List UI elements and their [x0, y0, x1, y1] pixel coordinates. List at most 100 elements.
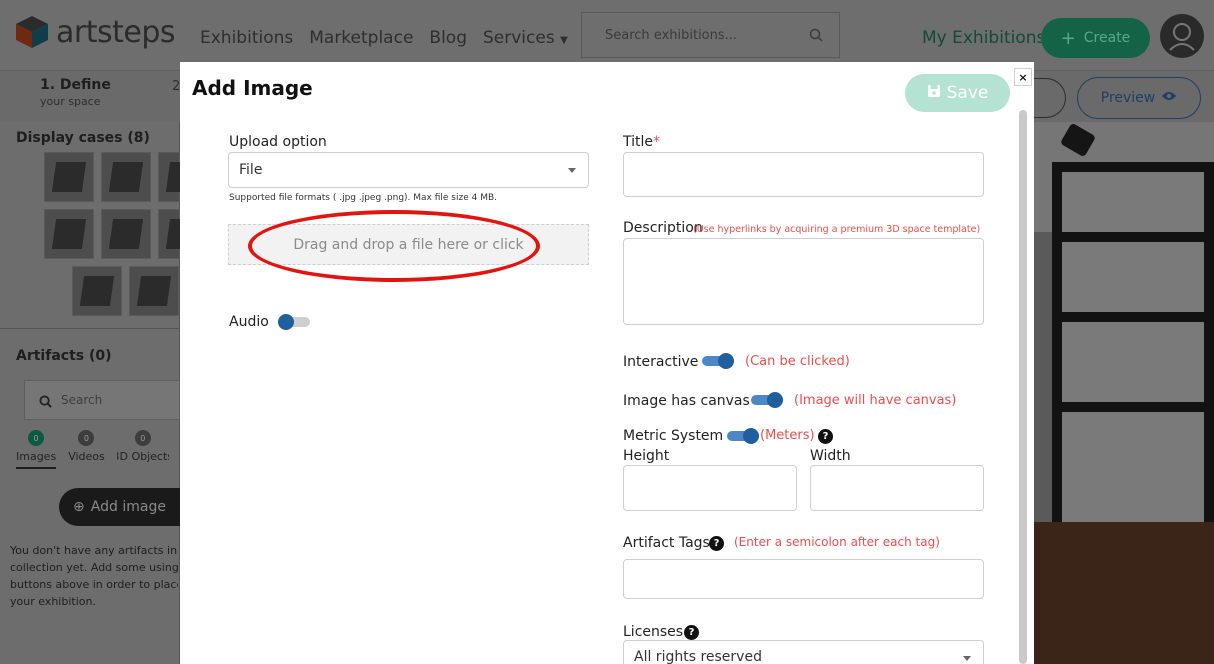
avatar[interactable]	[1160, 14, 1204, 58]
modal-scrollbar[interactable]	[1019, 110, 1027, 664]
display-case-thumb[interactable]	[44, 209, 94, 259]
display-case-thumb[interactable]	[158, 209, 180, 259]
file-dropzone[interactable]: Drag and drop a file here or click	[228, 224, 589, 265]
canvas-label: Image has canvas	[623, 393, 750, 409]
nav-link-marketplace[interactable]: Marketplace	[309, 28, 413, 48]
licenses-select[interactable]: All rights reserved	[623, 640, 984, 664]
canvas-note: (Image will have canvas)	[794, 393, 957, 408]
create-label: Create	[1083, 30, 1131, 46]
door-bar	[1062, 232, 1204, 242]
title-label: Title*	[623, 134, 660, 150]
chevron-down-icon	[963, 656, 971, 661]
nav-link-services[interactable]: Services ▼	[483, 28, 568, 48]
create-button[interactable]: + Create	[1041, 18, 1150, 58]
display-case-thumb[interactable]	[158, 152, 180, 202]
tab-images-count: 0	[28, 430, 45, 446]
floppy-disk-icon	[927, 83, 941, 103]
title-label-text: Title	[623, 134, 654, 150]
artifact-tags-input[interactable]	[623, 559, 984, 599]
nav-link-exhibitions[interactable]: Exhibitions	[200, 28, 293, 48]
save-button[interactable]: Save	[905, 74, 1010, 112]
nav-link-blog[interactable]: Blog	[429, 28, 467, 48]
required-asterisk: *	[653, 134, 661, 150]
step-button-partial[interactable]	[1030, 78, 1066, 118]
close-icon[interactable]: ×	[1014, 68, 1032, 86]
tab-3d-objects[interactable]: 0 3D Objects	[117, 430, 169, 469]
nav-link-services-label: Services	[483, 28, 555, 48]
3d-scene-view[interactable]	[1034, 122, 1214, 664]
display-cases-heading: Display cases (8)	[16, 130, 150, 146]
tab-videos[interactable]: 0 Videos	[68, 430, 105, 469]
artifacts-heading: Artifacts (0)	[16, 348, 112, 364]
audio-toggle[interactable]	[278, 314, 310, 330]
door-bar	[1062, 312, 1204, 322]
artifact-search-placeholder: Search	[61, 393, 103, 407]
plus-circle-icon: ⊕	[73, 499, 85, 515]
tab-3d-objects-label: 3D Objects	[117, 450, 169, 463]
caret-down-icon: ▼	[560, 35, 568, 46]
display-case-thumb[interactable]	[129, 266, 179, 316]
height-label: Height	[623, 448, 670, 464]
canvas-toggle[interactable]	[751, 392, 783, 408]
toggle-knob	[743, 428, 759, 444]
display-case-thumb[interactable]	[44, 152, 94, 202]
interactive-toggle[interactable]	[702, 353, 734, 369]
scene-floor	[1034, 522, 1214, 664]
logo[interactable]: artsteps	[14, 14, 176, 50]
artifact-tags-note: (Enter a semicolon after each tag)	[734, 535, 940, 549]
logo-text: artsteps	[56, 14, 176, 50]
display-case-thumb[interactable]	[72, 266, 122, 316]
help-icon[interactable]: ?	[709, 536, 724, 551]
description-note: (Use hyperlinks by acquiring a premium 3…	[693, 224, 981, 235]
audio-label: Audio	[229, 314, 269, 330]
artifact-search-input[interactable]: Search	[24, 380, 180, 420]
chevron-down-icon	[568, 168, 576, 173]
help-icon[interactable]: ?	[818, 429, 833, 444]
top-navigation: artsteps Exhibitions Marketplace Blog Se…	[0, 0, 1214, 70]
step-define-subtitle: your space	[40, 95, 101, 108]
interactive-label: Interactive	[623, 354, 699, 370]
licenses-label: Licenses	[623, 624, 684, 640]
step-define-title: 1. Define	[40, 77, 111, 93]
empty-message-line: your exhibition.	[10, 595, 96, 608]
logo-cube-icon	[14, 14, 50, 50]
add-image-modal: Add Image Save × Upload option File Supp…	[180, 62, 1034, 664]
preview-button[interactable]: Preview	[1077, 77, 1201, 119]
toggle-knob	[278, 314, 294, 330]
display-case-thumb[interactable]	[101, 152, 151, 202]
search-icon	[39, 393, 52, 412]
artifact-tags-label: Artifact Tags	[623, 535, 710, 551]
empty-message-line: collection yet. Add some using	[10, 561, 178, 574]
height-input[interactable]	[623, 465, 797, 511]
add-image-button[interactable]: ⊕ Add image	[59, 488, 180, 526]
metric-toggle[interactable]	[727, 428, 759, 444]
search-input[interactable]: Search exhibitions...	[581, 12, 840, 58]
modal-title: Add Image	[192, 76, 313, 100]
metric-note: (Meters)	[760, 428, 815, 443]
empty-message-line: You don't have any artifacts in	[10, 544, 178, 557]
metric-label: Metric System	[623, 428, 724, 444]
upload-format-hint: Supported file formats ( .jpg .jpeg .png…	[229, 193, 497, 203]
width-input[interactable]	[810, 465, 984, 511]
preview-label: Preview	[1100, 90, 1156, 106]
empty-artifacts-message: You don't have any artifacts in collecti…	[10, 542, 178, 610]
licenses-value: All rights reserved	[634, 649, 762, 664]
upload-option-select[interactable]: File	[228, 152, 589, 188]
upload-option-label: Upload option	[229, 134, 327, 150]
title-input[interactable]	[623, 152, 984, 197]
tab-images-label: Images	[16, 450, 57, 463]
step-define[interactable]: 1. Define your space	[40, 77, 111, 108]
artifact-tabs: 0 Images 0 Videos 0 3D Objects	[16, 430, 169, 469]
upload-option-value: File	[239, 162, 263, 178]
display-case-thumb[interactable]	[101, 209, 151, 259]
tab-images[interactable]: 0 Images	[16, 430, 57, 469]
my-exhibitions-link[interactable]: My Exhibitions	[922, 28, 1045, 48]
dropzone-text: Drag and drop a file here or click	[293, 236, 524, 253]
width-label: Width	[810, 448, 851, 464]
nav-links: Exhibitions Marketplace Blog Services ▼	[200, 28, 568, 48]
toggle-knob	[718, 353, 734, 369]
help-icon[interactable]: ?	[684, 625, 699, 640]
toggle-knob	[767, 392, 783, 408]
description-textarea[interactable]	[623, 238, 984, 325]
tab-videos-label: Videos	[68, 450, 105, 463]
